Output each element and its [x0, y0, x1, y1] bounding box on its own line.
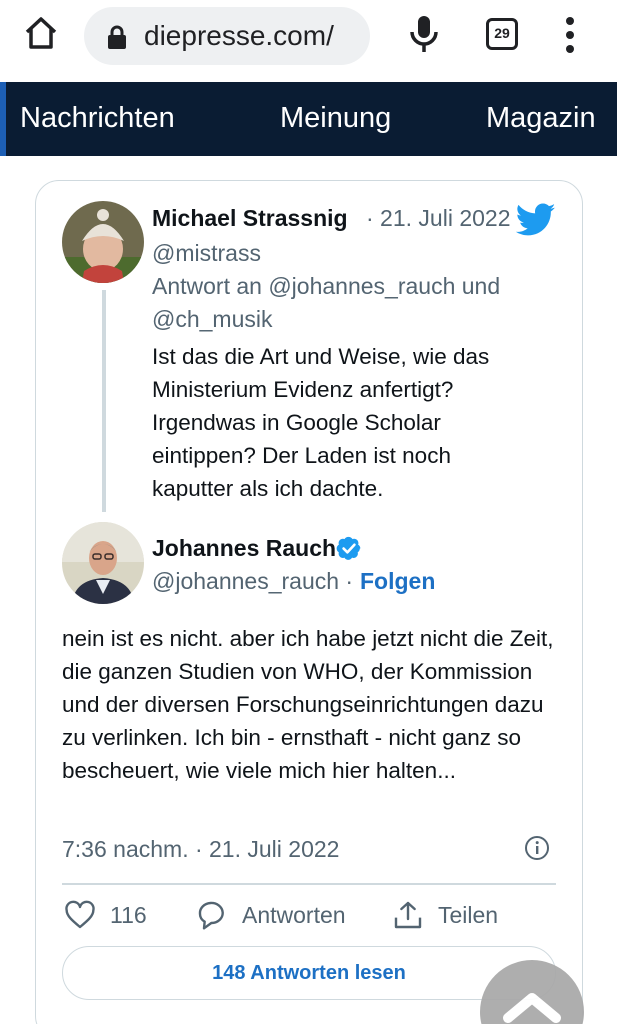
info-icon[interactable]: [524, 835, 550, 861]
nav-accent: [0, 82, 6, 156]
reply-to-line-1[interactable]: Antwort an @johannes_rauch und: [152, 273, 500, 300]
reply-icon: [198, 901, 224, 930]
main-author-handle[interactable]: @johannes_rauch ·: [152, 568, 353, 595]
reply-button[interactable]: Antworten: [196, 898, 346, 932]
nav-item-nachrichten[interactable]: Nachrichten: [20, 102, 175, 135]
reply-author-name[interactable]: Michael Strassnig: [152, 205, 348, 232]
avatar-johannes-rauch[interactable]: [62, 522, 144, 604]
follow-button[interactable]: Folgen: [360, 568, 435, 595]
like-count: 116: [110, 901, 147, 928]
heart-icon: [65, 900, 95, 929]
share-icon: [394, 901, 422, 929]
lock-icon: [106, 25, 128, 49]
mic-icon[interactable]: [408, 14, 440, 54]
url-bar[interactable]: diepresse.com/: [84, 7, 370, 65]
share-button[interactable]: Teilen: [392, 898, 498, 932]
reply-label: Antworten: [242, 901, 346, 928]
tweet-timestamp[interactable]: 7:36 nachm. · 21. Juli 2022: [62, 836, 339, 863]
thread-line: [102, 290, 106, 512]
nav-item-magazin[interactable]: Magazin: [486, 102, 596, 135]
main-tweet-text: nein ist es nicht. aber ich habe jetzt n…: [62, 626, 554, 783]
reply-date[interactable]: · 21. Juli 2022: [366, 205, 510, 232]
main-author-name[interactable]: Johannes Rauch: [152, 535, 336, 562]
reply-author-handle[interactable]: @mistrass: [152, 240, 261, 267]
verified-badge-icon: [336, 535, 362, 561]
nav-item-meinung[interactable]: Meinung: [280, 102, 391, 135]
browser-toolbar: diepresse.com/ 29: [0, 0, 617, 80]
like-button[interactable]: 116: [64, 898, 147, 932]
scroll-top-button[interactable]: [480, 960, 584, 1024]
share-label: Teilen: [438, 901, 499, 928]
home-icon[interactable]: [22, 14, 60, 52]
reply-tweet-text: Ist das die Art und Weise, wie das Minis…: [152, 344, 490, 501]
chevron-up-icon: [503, 993, 561, 1023]
tabs-icon[interactable]: 29: [486, 18, 518, 50]
site-nav: Nachrichten Meinung Magazin: [0, 82, 617, 156]
url-text: diepresse.com/: [144, 20, 334, 51]
more-vert-icon[interactable]: [564, 16, 576, 54]
twitter-bird-icon[interactable]: [515, 203, 556, 237]
reply-to-line-2[interactable]: @ch_musik: [152, 306, 273, 333]
avatar-michael-strassnig[interactable]: [62, 201, 144, 283]
actions-divider: [62, 883, 556, 885]
